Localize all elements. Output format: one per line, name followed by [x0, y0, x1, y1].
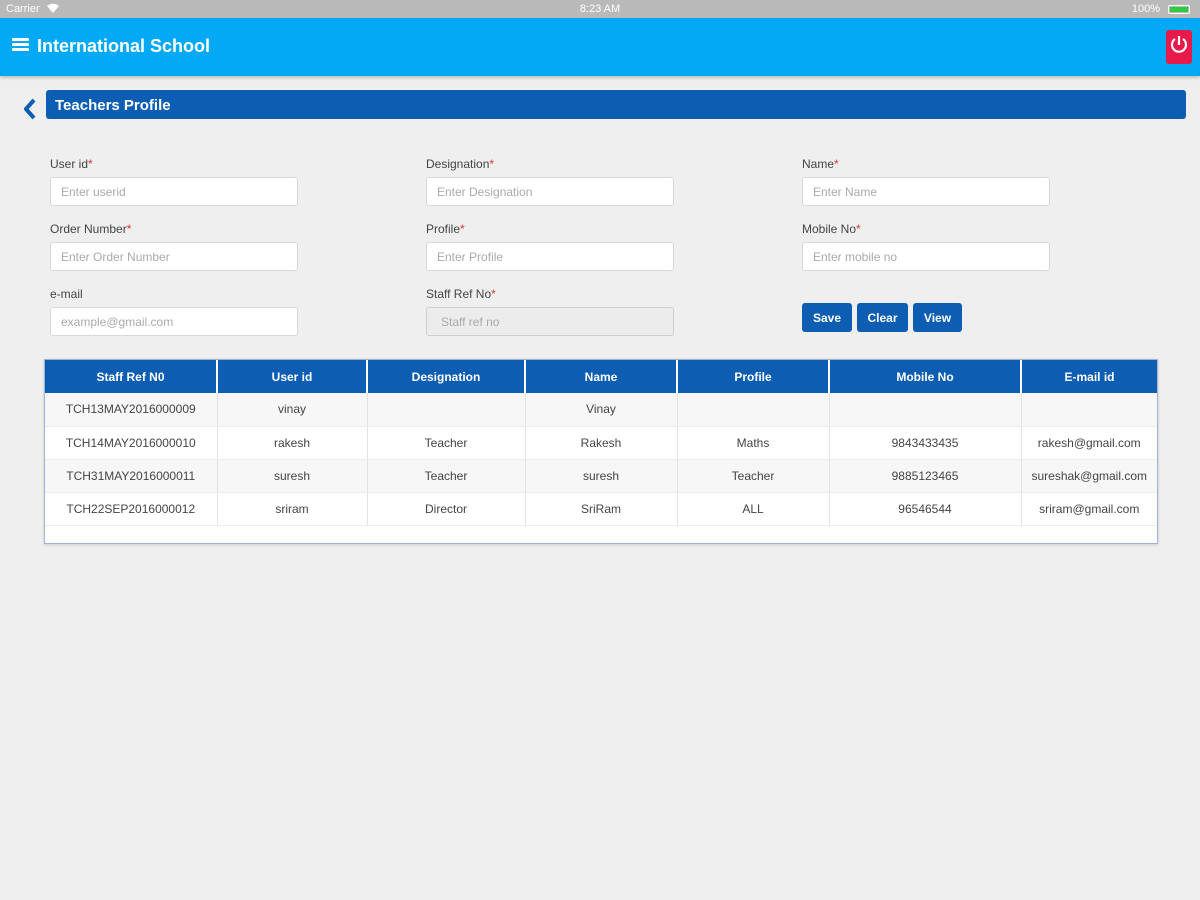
- cell-staff-ref: TCH31MAY2016000011: [45, 459, 218, 493]
- cell-profile: ALL: [677, 492, 830, 526]
- cell-designation: Teacher: [367, 426, 526, 460]
- teachers-table: Staff Ref N0 User id Designation Name Pr…: [44, 359, 1158, 544]
- mobile-no-label: Mobile No*: [802, 222, 861, 236]
- battery-icon: [1168, 5, 1190, 14]
- column-header-user-id[interactable]: User id: [217, 360, 368, 393]
- table-row[interactable]: TCH14MAY2016000010 rakesh Teacher Rakesh…: [45, 426, 1157, 460]
- table-header-row: Staff Ref N0 User id Designation Name Pr…: [45, 360, 1157, 393]
- cell-name: suresh: [525, 459, 678, 493]
- column-header-profile[interactable]: Profile: [677, 360, 830, 393]
- email-input[interactable]: [50, 307, 298, 336]
- cell-designation: Teacher: [367, 459, 526, 493]
- cell-mobile-no: [829, 393, 1022, 427]
- cell-email: rakesh@gmail.com: [1021, 426, 1157, 460]
- staff-ref-no-input: [426, 307, 674, 336]
- column-header-email[interactable]: E-mail id: [1021, 360, 1157, 393]
- user-id-input[interactable]: [50, 177, 298, 206]
- cell-email: sureshak@gmail.com: [1021, 459, 1157, 493]
- cell-user-id: suresh: [217, 459, 368, 493]
- name-label: Name*: [802, 157, 839, 171]
- cell-name: SriRam: [525, 492, 678, 526]
- clear-button[interactable]: Clear: [857, 303, 908, 332]
- mobile-no-input[interactable]: [802, 242, 1050, 271]
- cell-mobile-no: 9843433435: [829, 426, 1022, 460]
- designation-label: Designation*: [426, 157, 495, 171]
- cell-staff-ref: TCH14MAY2016000010: [45, 426, 218, 460]
- app-bar: International School: [0, 18, 1200, 76]
- cell-name: Vinay: [525, 393, 678, 427]
- table-row[interactable]: TCH31MAY2016000011 suresh Teacher suresh…: [45, 459, 1157, 493]
- cell-user-id: vinay: [217, 393, 368, 427]
- cell-email: [1021, 393, 1157, 427]
- cell-designation: Director: [367, 492, 526, 526]
- save-button[interactable]: Save: [802, 303, 852, 332]
- cell-name: Rakesh: [525, 426, 678, 460]
- column-header-name[interactable]: Name: [525, 360, 678, 393]
- status-time: 8:23 AM: [579, 3, 621, 15]
- battery-percent: 100%: [1131, 3, 1160, 15]
- section-header: Teachers Profile: [46, 90, 1186, 119]
- column-header-mobile-no[interactable]: Mobile No: [829, 360, 1022, 393]
- cell-profile: [677, 393, 830, 427]
- page-title: Teachers Profile: [55, 97, 171, 114]
- cell-mobile-no: 96546544: [829, 492, 1022, 526]
- email-label: e-mail: [50, 287, 83, 301]
- name-input[interactable]: [802, 177, 1050, 206]
- power-button[interactable]: [1166, 30, 1192, 64]
- cell-mobile-no: 9885123465: [829, 459, 1022, 493]
- menu-icon[interactable]: [12, 38, 29, 52]
- cell-staff-ref: TCH13MAY2016000009: [45, 393, 218, 427]
- app-title: International School: [37, 36, 211, 56]
- cell-profile: Teacher: [677, 459, 830, 493]
- cell-profile: Maths: [677, 426, 830, 460]
- table-row[interactable]: TCH22SEP2016000012 sriram Director SriRa…: [45, 492, 1157, 526]
- order-number-input[interactable]: [50, 242, 298, 271]
- order-number-label: Order Number*: [50, 222, 132, 236]
- cell-user-id: rakesh: [217, 426, 368, 460]
- profile-label: Profile*: [426, 222, 465, 236]
- view-button[interactable]: View: [913, 303, 962, 332]
- staff-ref-no-label: Staff Ref No*: [426, 287, 496, 301]
- designation-input[interactable]: [426, 177, 674, 206]
- status-bar: Carrier 8:23 AM 100%: [0, 0, 1200, 18]
- chevron-left-icon[interactable]: [20, 97, 40, 121]
- cell-user-id: sriram: [217, 492, 368, 526]
- column-header-staff-ref[interactable]: Staff Ref N0: [45, 360, 218, 393]
- profile-input[interactable]: [426, 242, 674, 271]
- cell-designation: [367, 393, 526, 427]
- user-id-label: User id*: [50, 157, 93, 171]
- cell-email: sriram@gmail.com: [1021, 492, 1157, 526]
- table-row[interactable]: TCH13MAY2016000009 vinay Vinay: [45, 393, 1157, 427]
- cell-staff-ref: TCH22SEP2016000012: [45, 492, 218, 526]
- column-header-designation[interactable]: Designation: [367, 360, 526, 393]
